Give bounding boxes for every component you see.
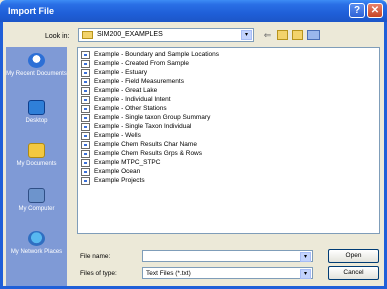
list-item[interactable]: Example - Created From Sample: [81, 60, 371, 69]
cancel-button[interactable]: Cancel: [328, 266, 379, 280]
files-of-type-dropdown[interactable]: Text Files (*.txt) ▾: [142, 267, 313, 279]
new-folder-icon[interactable]: [292, 30, 303, 40]
file-list[interactable]: Example - Boundary and Sample Locations …: [77, 47, 380, 234]
files-of-type-label: Files of type:: [80, 270, 117, 277]
list-item[interactable]: Example Projects: [81, 177, 371, 186]
place-label: My Recent Documents: [6, 71, 67, 77]
list-item[interactable]: Example - Great Lake: [81, 87, 371, 96]
text-file-icon: [81, 105, 90, 113]
look-in-value: SIM200_EXAMPLES: [97, 31, 163, 38]
window-title: Import File: [8, 6, 55, 16]
place-label: My Network Places: [10, 249, 63, 255]
list-item[interactable]: Example - Single taxon Group Summary: [81, 114, 371, 123]
chevron-down-icon[interactable]: ▾: [241, 30, 252, 40]
title-bar: Import File ? ✕: [0, 0, 387, 22]
text-file-icon: [81, 96, 90, 104]
file-name: Example - Single Taxon Individual: [94, 123, 192, 130]
text-file-icon: [81, 51, 90, 59]
network-places-icon: [28, 231, 45, 246]
file-name-field[interactable]: ▾: [142, 250, 313, 262]
look-in-label: Look in:: [45, 33, 70, 40]
list-item[interactable]: Example Chem Results Grps & Rows: [81, 150, 371, 159]
desktop-icon: [28, 100, 45, 115]
chevron-down-icon[interactable]: ▾: [300, 269, 311, 279]
text-file-icon: [81, 159, 90, 167]
folder-icon: [82, 31, 93, 39]
file-name: Example - Estuary: [94, 69, 148, 76]
text-file-icon: [81, 150, 90, 158]
list-item[interactable]: Example Ocean: [81, 168, 371, 177]
list-item[interactable]: Example - Other Stations: [81, 105, 371, 114]
text-file-icon: [81, 87, 90, 95]
look-in-dropdown[interactable]: SIM200_EXAMPLES ▾: [78, 28, 254, 42]
file-name: Example - Boundary and Sample Locations: [94, 51, 220, 58]
chevron-down-icon[interactable]: ▾: [300, 252, 311, 262]
file-name: Example - Field Measurements: [94, 78, 184, 85]
my-documents-icon: [28, 143, 45, 158]
place-network[interactable]: My Network Places: [6, 227, 67, 269]
recent-documents-icon: [28, 53, 45, 68]
text-file-icon: [81, 123, 90, 131]
close-button[interactable]: ✕: [367, 3, 383, 18]
list-item[interactable]: Example MTPC_STPC: [81, 159, 371, 168]
file-name: Example - Other Stations: [94, 105, 167, 112]
file-name-label: File name:: [80, 253, 111, 260]
file-name: Example - Wells: [94, 132, 141, 139]
list-item[interactable]: Example - Single Taxon Individual: [81, 123, 371, 132]
text-file-icon: [81, 168, 90, 176]
list-item[interactable]: Example Chem Results Char Name: [81, 141, 371, 150]
text-file-icon: [81, 78, 90, 86]
file-name: Example - Great Lake: [94, 87, 158, 94]
file-name: Example - Created From Sample: [94, 60, 190, 67]
file-name: Example Ocean: [94, 168, 141, 175]
place-label: My Documents: [16, 161, 57, 167]
view-menu-icon[interactable]: [307, 30, 320, 40]
place-label: My Computer: [18, 206, 55, 212]
file-name: Example Chem Results Char Name: [94, 141, 197, 148]
places-bar: My Recent Documents Desktop My Documents…: [6, 47, 67, 286]
place-my-computer[interactable]: My Computer: [6, 184, 67, 226]
list-item[interactable]: Example - Boundary and Sample Locations: [81, 51, 371, 60]
file-name: Example Projects: [94, 177, 145, 184]
text-file-icon: [81, 177, 90, 185]
files-of-type-value: Text Files (*.txt): [146, 270, 191, 277]
place-recent-documents[interactable]: My Recent Documents: [6, 49, 67, 91]
file-name: Example MTPC_STPC: [94, 159, 161, 166]
help-button[interactable]: ?: [349, 3, 365, 18]
text-file-icon: [81, 60, 90, 68]
file-name: Example - Single taxon Group Summary: [94, 114, 211, 121]
my-computer-icon: [28, 188, 45, 203]
text-file-icon: [81, 114, 90, 122]
list-item[interactable]: Example - Individual Intent: [81, 96, 371, 105]
up-folder-icon[interactable]: [277, 30, 288, 40]
place-desktop[interactable]: Desktop: [6, 96, 67, 138]
text-file-icon: [81, 132, 90, 140]
place-my-documents[interactable]: My Documents: [6, 139, 67, 181]
back-arrow-icon[interactable]: ⇐: [262, 30, 273, 40]
list-item[interactable]: Example - Wells: [81, 132, 371, 141]
list-item[interactable]: Example - Field Measurements: [81, 78, 371, 87]
open-button[interactable]: Open: [328, 249, 379, 263]
place-label: Desktop: [25, 118, 48, 124]
list-item[interactable]: Example - Estuary: [81, 69, 371, 78]
text-file-icon: [81, 69, 90, 77]
text-file-icon: [81, 141, 90, 149]
file-name: Example - Individual Intent: [94, 96, 171, 103]
file-name: Example Chem Results Grps & Rows: [94, 150, 203, 157]
